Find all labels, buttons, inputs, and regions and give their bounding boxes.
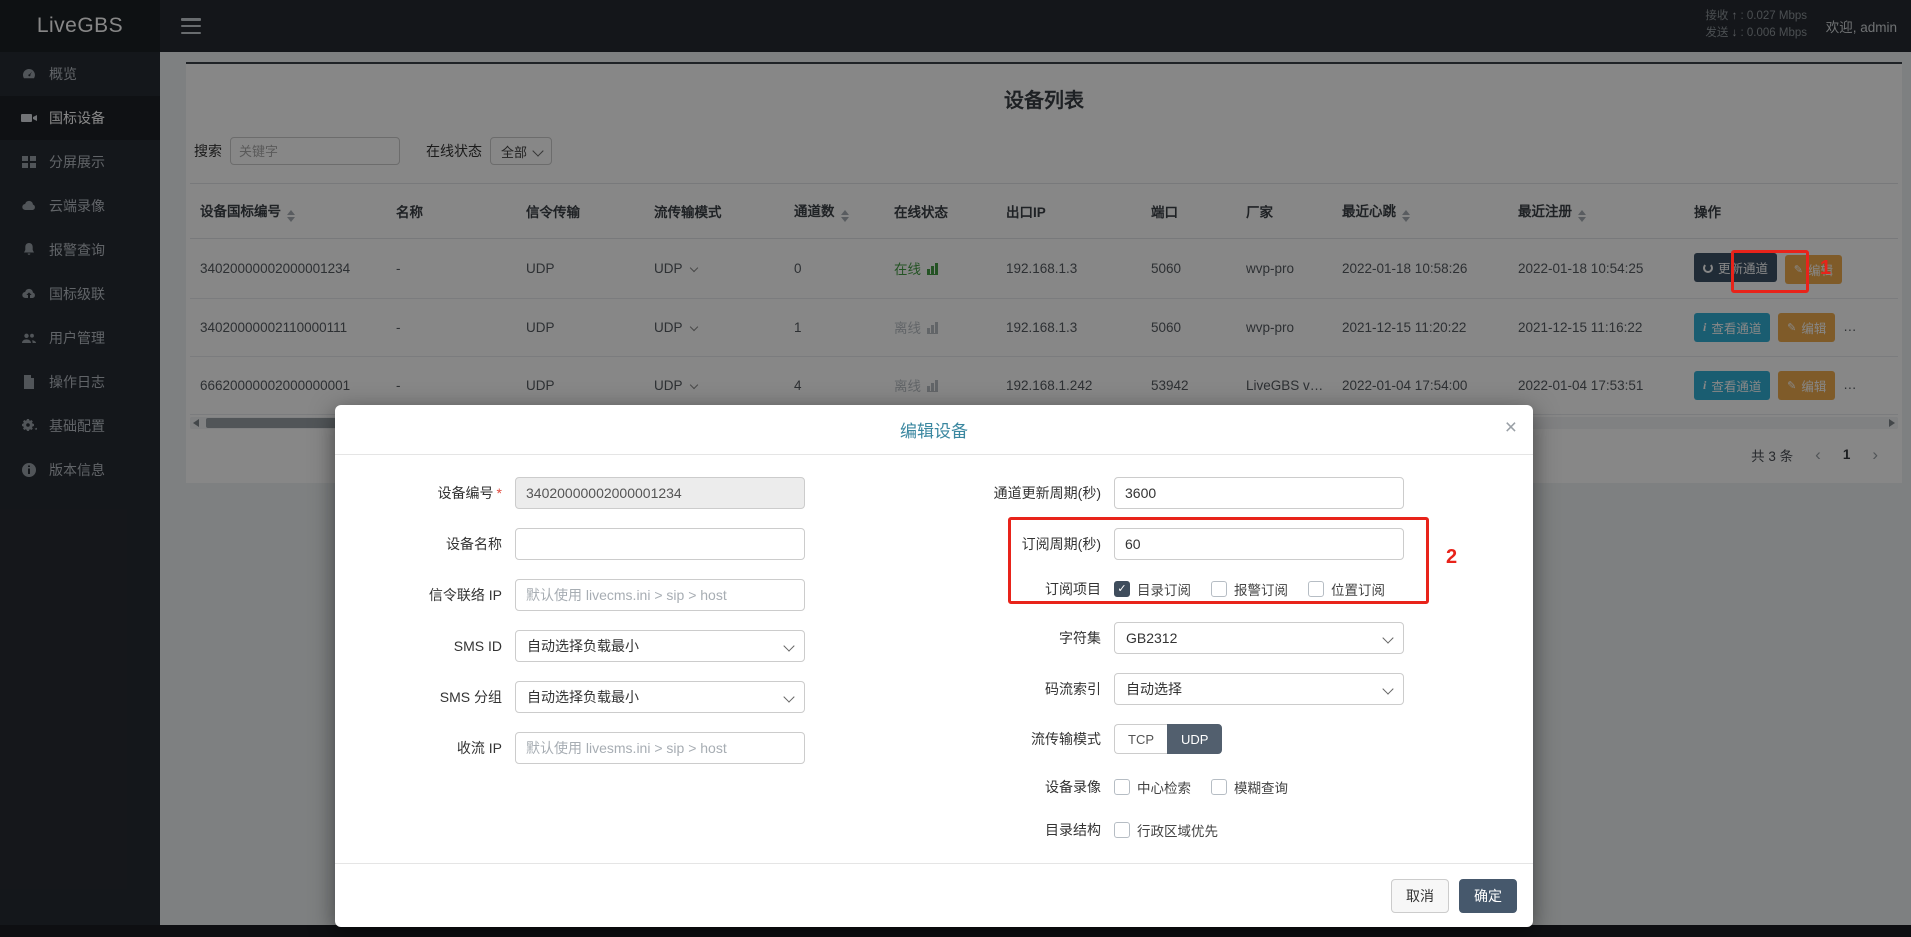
sip-contact-ip-field[interactable]	[515, 579, 805, 611]
cancel-button[interactable]: 取消	[1391, 879, 1449, 913]
device-name-field[interactable]	[515, 528, 805, 560]
modal-left-column: 设备编号* 设备名称 信令联络 IP SMS ID 自动选择负载最小 SMS 分…	[335, 477, 934, 859]
chevron-down-icon	[783, 640, 794, 651]
sms-group-label: SMS 分组	[335, 687, 515, 707]
center-search-checkbox[interactable]	[1114, 779, 1130, 795]
chevron-down-icon	[1382, 632, 1393, 643]
edit-device-modal: 编辑设备 × 设备编号* 设备名称 信令联络 IP SMS ID 自动选择负载最…	[335, 405, 1533, 927]
charset-select[interactable]: GB2312	[1114, 622, 1404, 654]
modal-title: 编辑设备	[900, 417, 968, 442]
annotation-number-1: 1	[1820, 257, 1831, 280]
modal-header: 编辑设备 ×	[335, 405, 1533, 455]
device-id-label: 设备编号	[438, 485, 494, 501]
sms-id-label: SMS ID	[335, 638, 515, 654]
modal-body: 设备编号* 设备名称 信令联络 IP SMS ID 自动选择负载最小 SMS 分…	[335, 455, 1533, 859]
recv-stream-ip-field[interactable]	[515, 732, 805, 764]
sip-contact-ip-label: 信令联络 IP	[335, 585, 515, 605]
channel-refresh-label: 通道更新周期(秒)	[934, 483, 1114, 503]
subscribe-period-field[interactable]	[1114, 528, 1404, 560]
device-name-label: 设备名称	[335, 534, 515, 554]
position-subscribe-checkbox[interactable]	[1308, 581, 1324, 597]
sms-group-select[interactable]: 自动选择负载最小	[515, 681, 805, 713]
subscribe-items-label: 订阅项目	[934, 579, 1114, 599]
stream-index-select[interactable]: 自动选择	[1114, 673, 1404, 705]
channel-refresh-field[interactable]	[1114, 477, 1404, 509]
alarm-subscribe-checkbox[interactable]	[1211, 581, 1227, 597]
tcp-option[interactable]: TCP	[1114, 724, 1167, 754]
stream-mode-toggle: TCP UDP	[1114, 724, 1222, 754]
fuzzy-query-checkbox[interactable]	[1211, 779, 1227, 795]
required-mark: *	[497, 485, 502, 501]
confirm-button[interactable]: 确定	[1459, 879, 1517, 913]
udp-option[interactable]: UDP	[1167, 724, 1222, 754]
annotation-number-2: 2	[1446, 546, 1457, 569]
charset-label: 字符集	[934, 628, 1114, 648]
stream-mode-label: 流传输模式	[934, 729, 1114, 749]
device-id-field	[515, 477, 805, 509]
catalog-subscribe-checkbox[interactable]	[1114, 581, 1130, 597]
modal-right-column: 通道更新周期(秒) 订阅周期(秒) 订阅项目 目录订阅 报警订阅 位置订阅 字符…	[934, 477, 1533, 859]
device-record-label: 设备录像	[934, 777, 1114, 797]
admin-region-first-checkbox[interactable]	[1114, 822, 1130, 838]
subscribe-period-label: 订阅周期(秒)	[934, 534, 1114, 554]
chevron-down-icon	[1382, 683, 1393, 694]
chevron-down-icon	[783, 691, 794, 702]
sms-id-select[interactable]: 自动选择负载最小	[515, 630, 805, 662]
close-icon[interactable]: ×	[1505, 417, 1517, 438]
dir-structure-label: 目录结构	[934, 820, 1114, 840]
recv-stream-ip-label: 收流 IP	[335, 738, 515, 758]
modal-footer: 取消 确定	[335, 863, 1533, 927]
stream-index-label: 码流索引	[934, 679, 1114, 699]
